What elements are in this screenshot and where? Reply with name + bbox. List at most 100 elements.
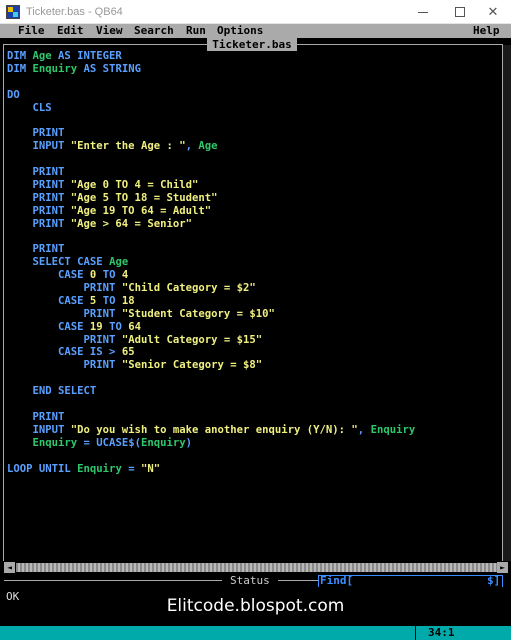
horizontal-scrollbar[interactable]: ◄ ►	[4, 561, 511, 574]
code-token: CASE	[7, 269, 90, 282]
status-divider	[278, 580, 318, 581]
code-token: 64	[128, 320, 141, 333]
menu-help[interactable]: Help	[473, 24, 500, 38]
code-token: TO	[96, 294, 122, 307]
find-field[interactable]: Find[	[320, 574, 353, 588]
code-token: DO	[7, 88, 20, 101]
code-token: Age	[109, 256, 129, 269]
code-token: PRINT	[7, 282, 122, 295]
status-bar: Status Find[ $]	[0, 574, 511, 588]
code-line[interactable]: INPUT "Do you wish to make another enqui…	[7, 423, 416, 437]
code-line[interactable]	[7, 114, 415, 127]
code-token: TO	[102, 320, 129, 333]
code-token: INPUT	[7, 423, 71, 436]
code-line[interactable]: Enquiry = UCASE$(Enquiry)	[7, 437, 415, 450]
minimize-icon	[418, 11, 428, 13]
find-indicator: $]	[487, 574, 501, 587]
minimize-button[interactable]	[405, 0, 441, 24]
code-editor[interactable]: Ticketer.bas DIM Age AS INTEGER DIM Enqui…	[0, 38, 511, 561]
cursor-position: 34:1	[428, 626, 455, 639]
code-token: Enquiry	[140, 436, 186, 449]
code-line[interactable]: PRINT "Student Category = $10"	[7, 308, 415, 321]
menu-run[interactable]: Run	[186, 24, 206, 38]
code-token: 65	[121, 346, 135, 359]
scroll-track[interactable]	[16, 563, 500, 572]
code-line[interactable]: PRINT "Age 19 TO 64 = Adult"	[7, 205, 415, 218]
code-line[interactable]: CASE IS > 65	[7, 346, 415, 359]
code-token: "Adult Category = $15"	[121, 333, 263, 346]
menu-edit[interactable]: Edit	[57, 24, 84, 38]
code-token: CLS	[7, 101, 52, 114]
code-line[interactable]: PRINT	[7, 166, 415, 179]
code-token: PRINT	[7, 204, 71, 217]
code-line[interactable]: LOOP UNTIL Enquiry = "N"	[7, 463, 415, 476]
menu-bar: File Edit View Search Run Options Help	[0, 24, 511, 38]
code-line[interactable]: PRINT "Senior Category = $8"	[7, 359, 415, 372]
code-line[interactable]: DIM Age AS INTEGER	[7, 50, 415, 63]
scroll-right-icon[interactable]: ►	[497, 562, 508, 573]
code-line[interactable]: DIM Enquiry AS STRING	[7, 63, 415, 76]
code-line[interactable]: INPUT "Enter the Age : ", Age	[7, 140, 415, 153]
code-line[interactable]: CASE 0 TO 4	[7, 269, 415, 282]
code-token: ,	[185, 140, 199, 153]
code-token: "Student Category = $10"	[121, 307, 275, 320]
code-line[interactable]: CASE 19 TO 64	[7, 321, 415, 334]
code-token: TO	[96, 269, 122, 282]
editor-frame	[3, 44, 4, 561]
code-token: CASE	[7, 320, 90, 333]
code-line[interactable]: PRINT "Adult Category = $15"	[7, 334, 415, 347]
code-line[interactable]	[7, 76, 415, 89]
window-title-bar: Ticketer.bas - QB64 ✕	[0, 0, 511, 24]
code-line[interactable]: PRINT	[7, 127, 415, 140]
code-line[interactable]	[7, 372, 415, 385]
bottom-status-bar: 34:1	[0, 626, 511, 640]
code-line[interactable]: CLS	[7, 102, 415, 115]
code-token: INPUT	[7, 140, 71, 153]
scroll-left-icon[interactable]: ◄	[4, 562, 15, 573]
qb64-app-icon[interactable]	[6, 4, 20, 19]
vertical-scrollbar[interactable]	[503, 45, 511, 561]
code-token: END SELECT	[7, 385, 97, 398]
close-icon: ✕	[487, 4, 499, 20]
code-line[interactable]: PRINT "Age > 64 = Senior"	[7, 218, 415, 231]
code-token: ,	[357, 423, 371, 436]
code-token: PRINT	[7, 410, 65, 423]
code-line[interactable]	[7, 450, 415, 463]
code-token: AS STRING	[77, 62, 141, 75]
code-line[interactable]	[7, 230, 415, 243]
code-line[interactable]: END SELECT	[7, 385, 415, 398]
code-token: "N"	[140, 462, 161, 475]
menu-search[interactable]: Search	[134, 24, 174, 38]
code-line[interactable]: PRINT "Age 0 TO 4 = Child"	[7, 179, 415, 192]
code-token: PRINT	[7, 333, 122, 346]
code-token: PRINT	[7, 166, 65, 179]
code-token: CASE IS >	[7, 346, 122, 359]
code-token: 19	[89, 320, 103, 333]
code-token: Enquiry	[77, 462, 122, 475]
code-token: PRINT	[7, 191, 71, 204]
code-token: "Enter the Age : "	[70, 140, 186, 153]
menu-view[interactable]: View	[96, 24, 123, 38]
maximize-button[interactable]	[442, 0, 478, 24]
code-token: PRINT	[7, 307, 122, 320]
code-token: PRINT	[7, 217, 71, 230]
menu-file[interactable]: File	[18, 24, 45, 38]
code-line[interactable]: PRINT "Child Category = $2"	[7, 282, 415, 295]
code-token: PRINT	[7, 359, 122, 372]
menu-options[interactable]: Options	[217, 24, 263, 38]
source-code[interactable]: DIM Age AS INTEGER DIM Enquiry AS STRING D…	[7, 50, 415, 475]
code-line[interactable]	[7, 398, 415, 411]
code-line[interactable]: PRINT	[7, 243, 415, 256]
code-line[interactable]: PRINT	[7, 411, 415, 424]
code-line[interactable]: PRINT "Age 5 TO 18 = Student"	[7, 192, 415, 205]
code-line[interactable]: CASE 5 TO 18	[7, 295, 415, 308]
code-token: = UCASE$(	[77, 436, 141, 449]
window-title: Ticketer.bas - QB64	[26, 5, 123, 18]
code-token: "Age > 64 = Senior"	[70, 217, 192, 230]
code-line[interactable]: DO	[7, 89, 415, 102]
code-token: DIM	[7, 62, 33, 75]
code-line[interactable]: SELECT CASE Age	[7, 256, 415, 269]
code-token: "Do you wish to make another enquiry (Y/…	[70, 423, 358, 436]
close-button[interactable]: ✕	[475, 0, 511, 24]
code-line[interactable]	[7, 153, 415, 166]
